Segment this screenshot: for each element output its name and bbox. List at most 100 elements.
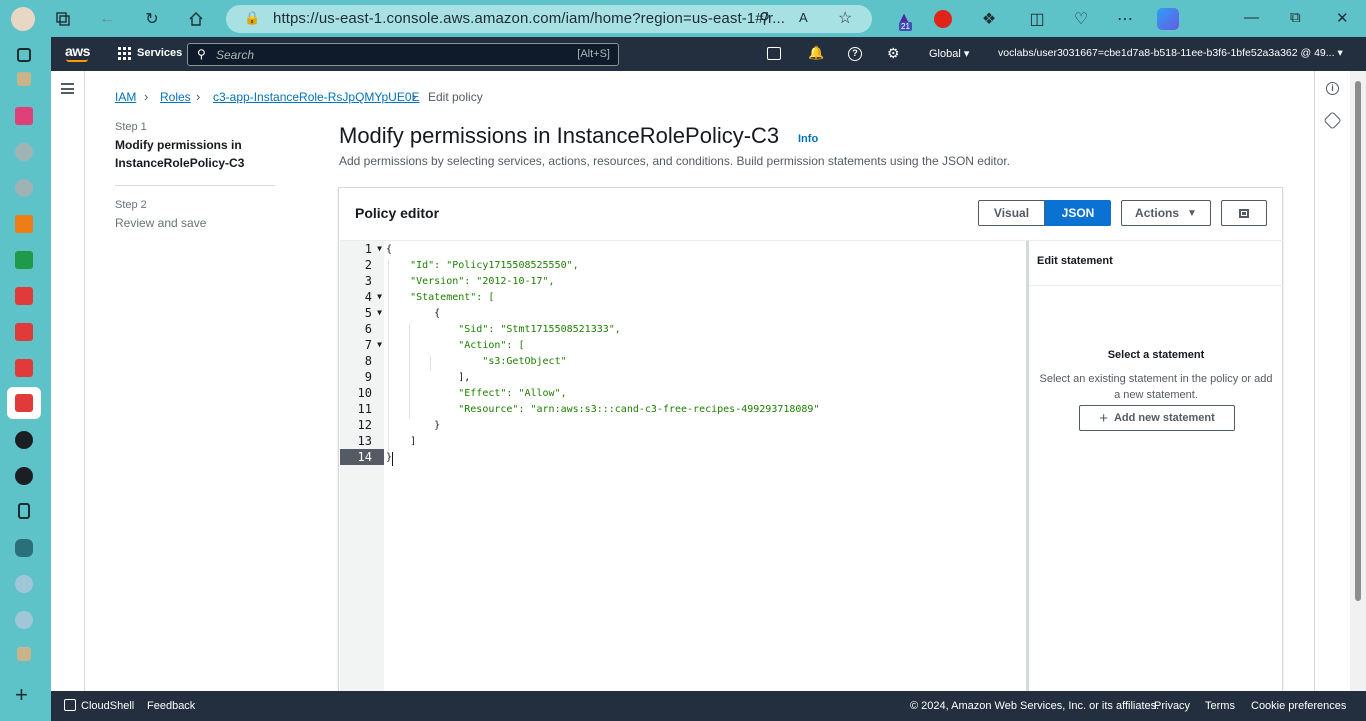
close-icon[interactable]: ✕ xyxy=(1336,9,1349,27)
feedback-panel-icon[interactable] xyxy=(1323,111,1342,130)
extension-badge: 21 xyxy=(899,22,912,31)
add-tab-icon[interactable]: + xyxy=(15,684,28,706)
plus-icon: + xyxy=(1099,409,1108,427)
tab-box-icon[interactable] xyxy=(17,647,31,661)
refresh-icon[interactable]: ↻ xyxy=(141,8,163,30)
tab-icon[interactable] xyxy=(15,359,33,377)
split-screen-icon[interactable]: ◫ xyxy=(1026,8,1048,30)
divider xyxy=(1029,285,1283,286)
fold-icon[interactable]: ▼ xyxy=(377,340,382,349)
account-label: voclabs/user3031667=cbe1d7a8-b518-11ee-b… xyxy=(998,47,1335,59)
code-line: "Id": "Policy1715508525550", xyxy=(386,260,579,271)
tab-gear-icon[interactable] xyxy=(15,143,33,161)
line-number: 2 xyxy=(364,258,372,272)
google-icon[interactable] xyxy=(15,575,33,593)
breadcrumb-iam[interactable]: IAM xyxy=(115,90,136,104)
tab-gear-icon[interactable] xyxy=(15,179,33,197)
document-icon[interactable] xyxy=(18,503,30,519)
github-icon[interactable] xyxy=(15,431,33,449)
restore-icon[interactable]: ⧉ xyxy=(1290,9,1301,26)
code-line: "Effect": "Allow", xyxy=(386,388,567,399)
search-input[interactable]: ⚲ Search [Alt+S] xyxy=(187,43,619,66)
cookie-preferences-link[interactable]: Cookie preferences xyxy=(1251,700,1346,712)
policy-editor-title: Policy editor xyxy=(355,205,440,221)
breadcrumb-role[interactable]: c3-app-InstanceRole-RsJpQMYpUE0E xyxy=(213,90,420,104)
line-number: 4 ▼ xyxy=(364,290,382,304)
github-icon[interactable] xyxy=(15,467,33,485)
address-bar[interactable]: 🔒 https://us-east-1.console.aws.amazon.c… xyxy=(226,5,872,33)
aws-logo-smile xyxy=(66,59,88,62)
scrollbar-thumb[interactable] xyxy=(1355,81,1361,601)
tab-icon[interactable] xyxy=(15,251,33,269)
actions-dropdown[interactable]: Actions ▼ xyxy=(1121,200,1211,226)
tab-icon[interactable] xyxy=(15,287,33,305)
tab-icon[interactable] xyxy=(15,107,33,125)
line-number: 11 xyxy=(357,402,372,416)
menu-icon[interactable] xyxy=(61,83,74,94)
back-icon[interactable]: ← xyxy=(96,8,118,30)
tab-box-icon[interactable] xyxy=(17,72,31,86)
code-line: ] xyxy=(386,436,417,447)
more-icon[interactable]: ⋯ xyxy=(1114,8,1136,30)
visual-tab[interactable]: Visual xyxy=(978,200,1045,226)
fullscreen-button[interactable] xyxy=(1221,200,1267,226)
tab-actions-icon[interactable] xyxy=(17,48,31,62)
google-icon[interactable] xyxy=(15,611,33,629)
active-tab-icon[interactable] xyxy=(15,394,33,412)
chevron-right-icon: › xyxy=(412,89,417,104)
browser-sidebar: + xyxy=(0,37,49,721)
code-line: "s3:GetObject" xyxy=(386,356,567,367)
fold-icon[interactable]: ▼ xyxy=(377,292,382,301)
breadcrumb-roles[interactable]: Roles xyxy=(160,90,191,104)
minimize-icon[interactable]: — xyxy=(1244,9,1259,26)
feedback-link[interactable]: Feedback xyxy=(147,700,195,712)
account-menu[interactable]: voclabs/user3031667=cbe1d7a8-b518-11ee-b… xyxy=(998,47,1343,59)
settings-icon[interactable]: ⚙ xyxy=(887,45,900,62)
extensions-icon[interactable]: ❖ xyxy=(978,8,1000,30)
chat-icon[interactable] xyxy=(15,539,33,557)
region-selector[interactable]: Global ▾ xyxy=(929,47,969,60)
aws-footer: CloudShell Feedback © 2024, Amazon Web S… xyxy=(51,691,1366,721)
fold-icon[interactable]: ▼ xyxy=(377,308,382,317)
step-1-title[interactable]: Modify permissions in InstanceRolePolicy… xyxy=(115,136,255,172)
terms-link[interactable]: Terms xyxy=(1205,700,1235,712)
cloudshell-link[interactable]: CloudShell xyxy=(81,700,134,712)
notifications-icon[interactable]: 🔔 xyxy=(808,45,824,61)
zoom-icon[interactable]: ⚲ xyxy=(759,9,770,27)
help-icon[interactable]: ? xyxy=(848,47,862,61)
workspaces-icon[interactable] xyxy=(52,8,74,30)
edit-statement-header: Edit statement xyxy=(1037,255,1113,267)
page-scrollbar[interactable] xyxy=(1350,71,1366,691)
profile-avatar[interactable] xyxy=(11,7,35,31)
info-link[interactable]: Info xyxy=(798,133,818,145)
aws-top-nav: aws Services ⚲ Search [Alt+S] 🔔 ? ⚙ Glob… xyxy=(51,37,1366,71)
adblock-icon[interactable] xyxy=(934,10,952,28)
services-menu[interactable]: Services xyxy=(137,47,182,59)
tab-icon[interactable] xyxy=(15,215,33,233)
step-2-title: Review and save xyxy=(115,216,207,230)
aws-logo[interactable]: aws xyxy=(65,43,90,59)
text-cursor xyxy=(392,452,393,466)
add-new-statement-label: Add new statement xyxy=(1113,412,1215,424)
home-icon[interactable] xyxy=(185,8,207,30)
code-line: { xyxy=(386,244,393,255)
step-1-label: Step 1 xyxy=(115,121,147,133)
copilot-icon[interactable] xyxy=(1157,8,1179,30)
fold-icon[interactable]: ▼ xyxy=(377,244,382,253)
favorite-icon[interactable]: ☆ xyxy=(838,8,852,28)
code-line: ], xyxy=(386,372,471,383)
cloudshell-icon[interactable] xyxy=(767,47,781,60)
tab-icon[interactable] xyxy=(15,323,33,341)
line-number: 5 ▼ xyxy=(364,306,382,320)
json-tab[interactable]: JSON xyxy=(1045,200,1111,226)
tools-rail: i xyxy=(1314,71,1350,691)
services-grid-icon[interactable] xyxy=(118,47,132,61)
health-icon[interactable]: ♡ xyxy=(1070,8,1092,30)
privacy-link[interactable]: Privacy xyxy=(1154,700,1190,712)
json-code-editor[interactable]: 1 ▼ 2 3 4 ▼ 5 ▼ 6 7 ▼ 8 9 10 11 12 13 14 { "… xyxy=(340,240,1025,693)
read-aloud-icon[interactable]: A xyxy=(799,10,808,25)
add-new-statement-button[interactable]: + Add new statement xyxy=(1079,405,1235,431)
info-panel-icon[interactable]: i xyxy=(1326,82,1339,95)
url-text: https://us-east-1.console.aws.amazon.com… xyxy=(273,10,786,27)
region-label: Global xyxy=(929,48,961,60)
